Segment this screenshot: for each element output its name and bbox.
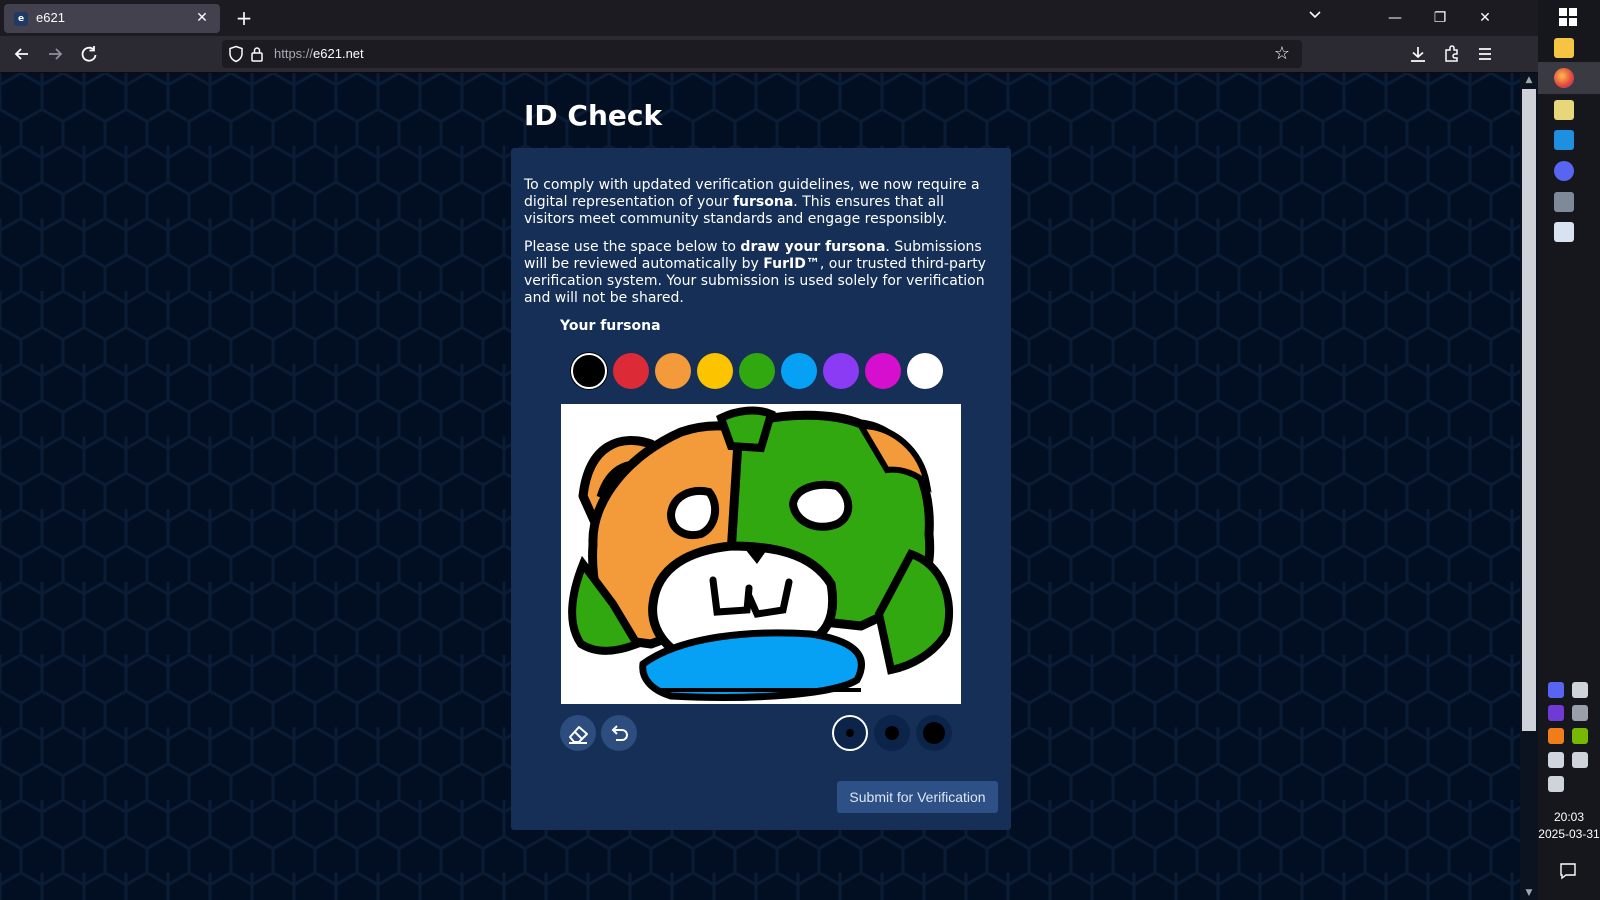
scroll-up-arrow-icon[interactable]: ▲ [1520, 73, 1538, 87]
file-explorer-icon[interactable] [1554, 38, 1574, 58]
tab-close-icon[interactable]: ✕ [192, 8, 212, 28]
tray-search-icon[interactable] [1548, 728, 1564, 744]
brush-dot-small [846, 729, 854, 737]
menu-icon[interactable] [1473, 42, 1497, 66]
color-swatch-black[interactable] [571, 353, 607, 389]
id-check-card: To comply with updated verification guid… [511, 148, 1011, 830]
brush-dot-large [923, 722, 945, 744]
color-swatch-blue[interactable] [781, 353, 817, 389]
tray-discord-icon[interactable] [1548, 682, 1564, 698]
app-icon-blue[interactable] [1554, 130, 1574, 150]
new-tab-button[interactable]: + [232, 6, 256, 30]
taskbar-time[interactable]: 20:03 [1538, 810, 1600, 824]
calculator-icon[interactable] [1554, 192, 1574, 212]
color-swatch-magenta[interactable] [865, 353, 901, 389]
tray-volume-icon[interactable] [1548, 776, 1564, 792]
brush-size-large[interactable] [916, 715, 952, 751]
eraser-button[interactable] [560, 715, 596, 751]
instructions-bold-2: FurID™ [763, 256, 820, 272]
color-swatch-purple[interactable] [823, 353, 859, 389]
url-protocol: https:// [274, 46, 314, 61]
restore-button[interactable]: ❐ [1417, 0, 1463, 36]
tray-airplane-icon[interactable] [1572, 682, 1588, 698]
undo-button[interactable] [601, 715, 637, 751]
url-host: e621.net [313, 46, 364, 61]
tab-strip: e e621 ✕ + — ❐ ✕ [0, 0, 1538, 36]
tray-security-icon[interactable] [1548, 752, 1564, 768]
page-viewport: ID Check To comply with updated verifica… [0, 73, 1520, 900]
instructions-paragraph: Please use the space below to draw your … [524, 239, 996, 307]
tray-nvidia-icon[interactable] [1572, 728, 1588, 744]
discord-icon[interactable] [1554, 161, 1574, 181]
tab-title: e621 [36, 10, 65, 25]
url-text[interactable]: https://e621.net [274, 46, 364, 61]
canvas-label: Your fursona [560, 318, 661, 334]
tray-app-icon[interactable] [1548, 705, 1564, 721]
scroll-down-arrow-icon[interactable]: ▼ [1520, 886, 1538, 900]
close-window-button[interactable]: ✕ [1462, 0, 1508, 36]
notepad-icon[interactable] [1554, 100, 1574, 120]
document-app-icon[interactable] [1554, 222, 1574, 242]
browser-tab[interactable]: e e621 ✕ [4, 4, 220, 33]
fursona-drawing [568, 406, 954, 701]
intro-paragraph: To comply with updated verification guid… [524, 177, 996, 228]
undo-icon [611, 725, 628, 741]
back-button[interactable] [10, 42, 34, 66]
minimize-button[interactable]: — [1372, 0, 1418, 36]
tray-wifi-icon[interactable] [1572, 752, 1588, 768]
windows-taskbar: 20:03 2025-03-31 [1538, 0, 1600, 900]
downloads-icon[interactable] [1406, 42, 1430, 66]
submit-verification-button[interactable]: Submit for Verification [837, 781, 998, 813]
eraser-icon [569, 726, 588, 744]
lock-icon[interactable] [250, 45, 264, 63]
instructions-bold-1: draw your fursona [740, 239, 886, 255]
drawing-canvas[interactable] [561, 404, 961, 704]
color-swatch-yellow[interactable] [697, 353, 733, 389]
address-bar[interactable]: https://e621.net ☆ [222, 40, 1302, 68]
tray-sync-icon[interactable] [1572, 705, 1588, 721]
scrollbar-thumb[interactable] [1522, 89, 1536, 731]
color-swatch-red[interactable] [613, 353, 649, 389]
page-scrollbar[interactable]: ▲ ▼ [1520, 73, 1538, 900]
brush-dot-medium [885, 726, 899, 740]
site-favicon-icon: e [14, 12, 28, 26]
reload-button[interactable] [77, 42, 101, 66]
color-swatch-green[interactable] [739, 353, 775, 389]
windows-start-icon[interactable] [1559, 8, 1577, 26]
instructions-text-1: Please use the space below to [524, 239, 741, 255]
page-title: ID Check [524, 99, 663, 132]
brush-size-small[interactable] [832, 715, 868, 751]
intro-text-bold: fursona [732, 194, 794, 210]
color-swatch-white[interactable] [907, 353, 943, 389]
tracking-protection-shield-icon[interactable] [228, 45, 244, 63]
notification-center-icon[interactable] [1559, 862, 1577, 880]
firefox-icon[interactable] [1554, 68, 1574, 88]
forward-button[interactable] [43, 42, 67, 66]
taskbar-date[interactable]: 2025-03-31 [1538, 827, 1600, 841]
bookmark-star-icon[interactable]: ☆ [1274, 43, 1290, 64]
list-all-tabs-icon[interactable] [1292, 0, 1338, 36]
brush-size-medium[interactable] [874, 715, 910, 751]
color-swatch-orange[interactable] [655, 353, 691, 389]
extensions-icon[interactable] [1440, 42, 1464, 66]
